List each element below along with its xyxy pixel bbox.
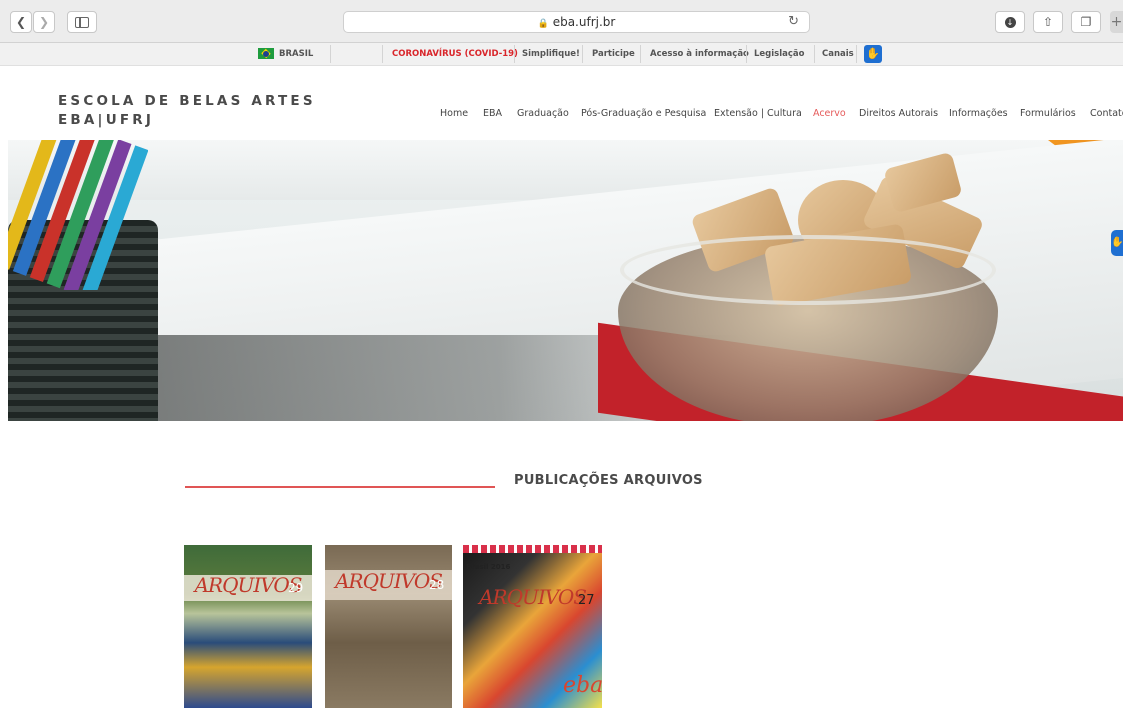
nav-direitos-autorais[interactable]: Direitos Autorais bbox=[859, 108, 938, 124]
logo-line1: ESCOLA DE BELAS ARTES bbox=[58, 93, 316, 109]
share-button[interactable]: ⇧ bbox=[1033, 11, 1063, 33]
gov-link-canais[interactable]: Canais bbox=[822, 43, 854, 65]
address-bar[interactable]: 🔒 eba.ufrj.br ↻ bbox=[343, 11, 810, 33]
nav-pos-graduacao[interactable]: Pós-Graduação e Pesquisa bbox=[581, 108, 706, 124]
new-tab-button[interactable]: + bbox=[1110, 11, 1123, 33]
download-icon: ↓ bbox=[1004, 16, 1016, 28]
cover-number: 29 bbox=[288, 581, 304, 595]
pencils-illustration bbox=[8, 140, 148, 290]
section-title: PUBLICAÇÕES ARQUIVOS bbox=[514, 473, 703, 488]
chevron-right-icon: ❯ bbox=[38, 15, 50, 29]
gov-bar: BRASIL CORONAVÍRUS (COVID-19) Simplifiqu… bbox=[0, 43, 1123, 66]
gov-link-acesso-informacao[interactable]: Acesso à informação bbox=[650, 43, 749, 65]
gov-brasil-link[interactable]: BRASIL bbox=[258, 43, 313, 65]
nav-eba[interactable]: EBA bbox=[483, 108, 502, 124]
nav-extensao-cultura[interactable]: Extensão | Cultura bbox=[714, 108, 802, 124]
gov-link-legislacao[interactable]: Legislação bbox=[754, 43, 805, 65]
tab-overview-icon: ❐ bbox=[1080, 15, 1092, 29]
publication-cover[interactable]: ARQUIVOS 29 bbox=[184, 545, 312, 708]
brasil-label: BRASIL bbox=[279, 49, 314, 59]
back-button[interactable]: ❮ bbox=[10, 11, 32, 33]
publication-cover[interactable]: Brasil 2016 ARQUIVOS 27 eba bbox=[463, 545, 602, 708]
lock-icon: 🔒 bbox=[537, 19, 549, 29]
nav-contato[interactable]: Contato bbox=[1090, 108, 1123, 124]
gov-link-simplifique[interactable]: Simplifique! bbox=[522, 43, 580, 65]
logo-line2: EBA|UFRJ bbox=[58, 112, 155, 128]
nav-formularios[interactable]: Formulários bbox=[1020, 108, 1076, 124]
accessibility-hand-icon[interactable]: ✋ bbox=[864, 45, 882, 63]
site-logo[interactable]: ESCOLA DE BELAS ARTES EBA|UFRJ bbox=[58, 92, 316, 130]
brazil-flag-icon bbox=[258, 48, 274, 59]
cover-top-label: Brasil 2016 bbox=[466, 563, 511, 571]
share-icon: ⇧ bbox=[1042, 15, 1054, 29]
forward-button[interactable]: ❯ bbox=[33, 11, 55, 33]
tabs-button[interactable]: ❐ bbox=[1071, 11, 1101, 33]
nav-home[interactable]: Home bbox=[440, 108, 468, 124]
sidebar-icon bbox=[75, 16, 89, 28]
chevron-left-icon: ❮ bbox=[15, 15, 27, 29]
url-text: eba.ufrj.br bbox=[552, 15, 616, 29]
cover-number: 28 bbox=[429, 578, 445, 592]
eba-logo: eba bbox=[563, 673, 602, 698]
hero-image bbox=[8, 140, 1123, 421]
browser-toolbar: ❮ ❯ 🔒 eba.ufrj.br ↻ ↓ ⇧ ❐ + bbox=[0, 0, 1123, 43]
download-button[interactable]: ↓ bbox=[995, 11, 1025, 33]
nav-informacoes[interactable]: Informações bbox=[949, 108, 1008, 124]
reload-icon[interactable]: ↻ bbox=[788, 14, 799, 29]
section-divider bbox=[185, 486, 495, 488]
gov-link-participe[interactable]: Participe bbox=[592, 43, 635, 65]
nav-graduacao[interactable]: Graduação bbox=[517, 108, 569, 124]
gov-link-covid[interactable]: CORONAVÍRUS (COVID-19) bbox=[392, 43, 518, 65]
cover-number: 27 bbox=[578, 593, 595, 608]
accessibility-side-icon[interactable]: ✋ bbox=[1111, 230, 1123, 256]
publication-cover[interactable]: ARQUIVOS 28 bbox=[325, 545, 452, 708]
sidebar-toggle-button[interactable] bbox=[67, 11, 97, 33]
nav-acervo[interactable]: Acervo bbox=[813, 108, 846, 124]
